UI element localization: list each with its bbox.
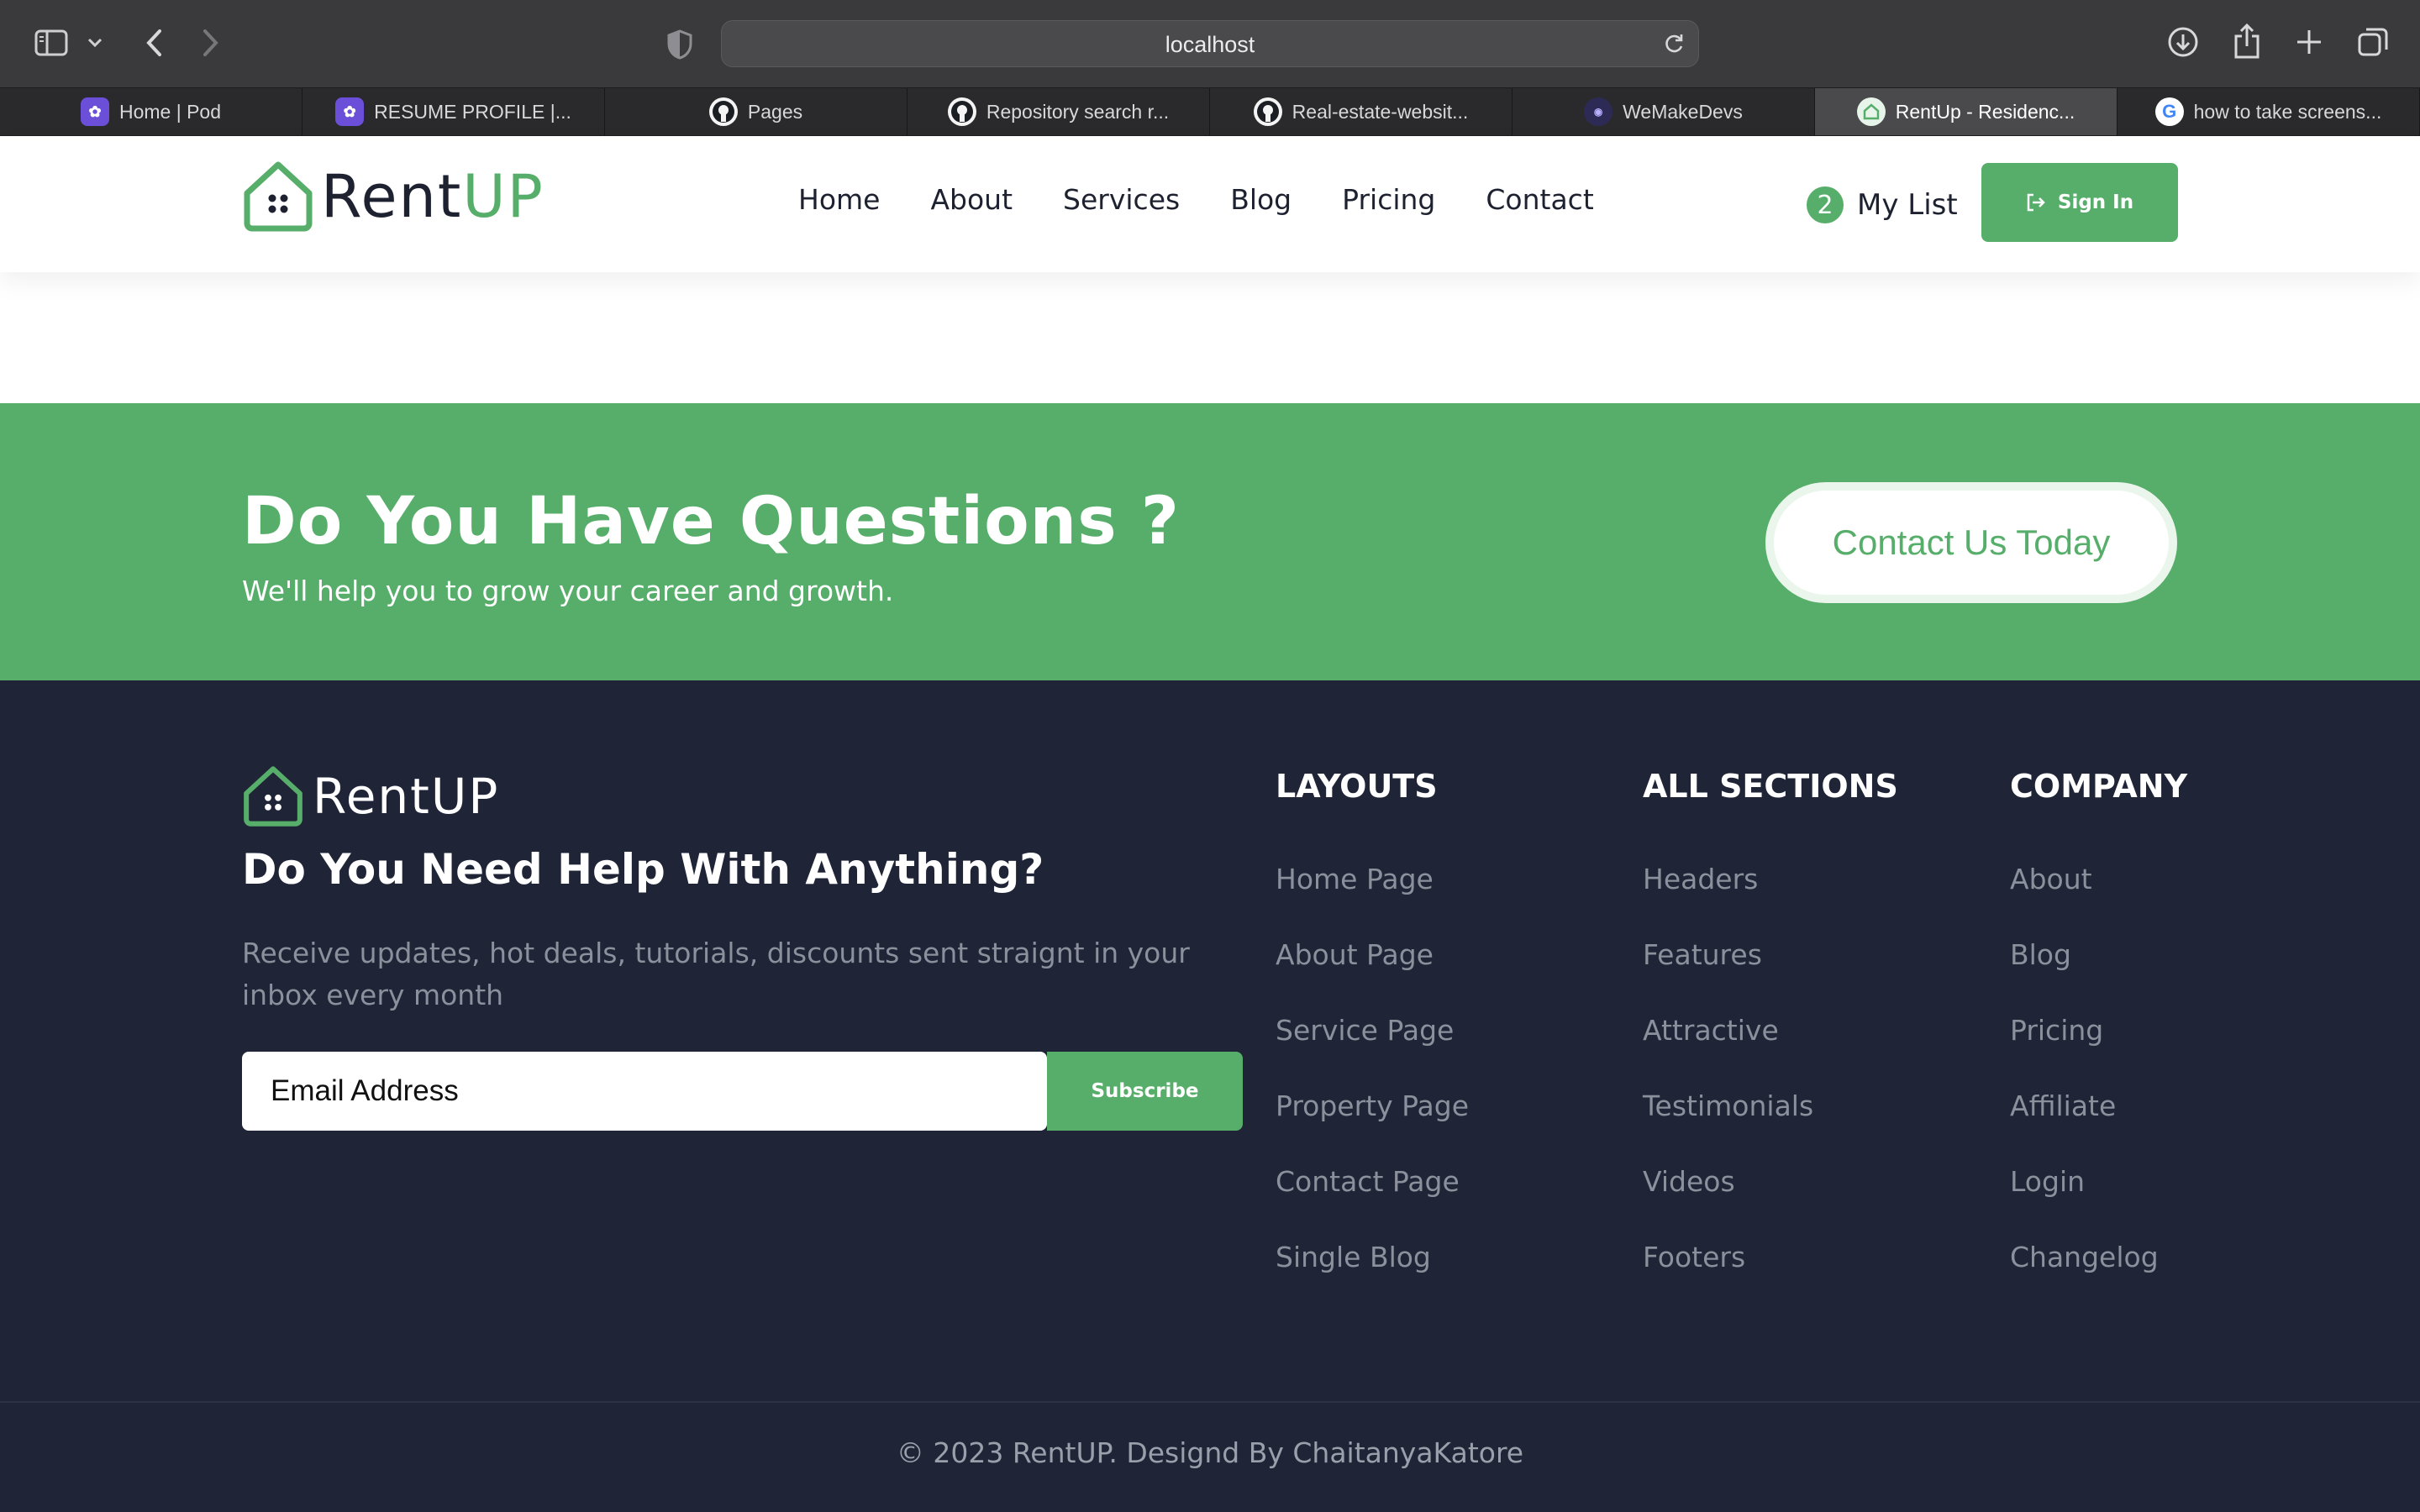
subscribe-button[interactable]: Subscribe — [1047, 1052, 1243, 1131]
browser-toolbar: localhost — [0, 0, 2420, 87]
footer-link[interactable]: Login — [2010, 1161, 2187, 1203]
tab-rentup[interactable]: RentUp - Residenc... — [1815, 88, 2118, 135]
nav-services[interactable]: Services — [1063, 183, 1180, 216]
forward-icon[interactable] — [198, 27, 224, 59]
footer-link[interactable]: Affiliate — [2010, 1085, 2187, 1127]
footer-link[interactable]: Single Blog — [1276, 1236, 1469, 1278]
tab-label: Repository search r... — [986, 100, 1170, 123]
footer-link[interactable]: Changelog — [2010, 1236, 2187, 1278]
questions-banner: Do You Have Questions ? We'll help you t… — [0, 403, 2420, 680]
pod-icon: ✿ — [335, 97, 365, 126]
footer-link[interactable]: Testimonials — [1643, 1085, 1898, 1127]
email-input[interactable] — [242, 1052, 1047, 1131]
contact-us-button[interactable]: Contact Us Today — [1765, 482, 2177, 603]
tab-wemakedevs[interactable]: ◉ WeMakeDevs — [1512, 88, 1815, 135]
url-text[interactable]: localhost — [722, 21, 1698, 68]
footer-link[interactable]: Blog — [2010, 934, 2187, 976]
tab-pages[interactable]: Pages — [605, 88, 908, 135]
nav-blog[interactable]: Blog — [1230, 183, 1292, 216]
tab-label: how to take screens... — [2193, 100, 2382, 123]
nav-contact[interactable]: Contact — [1486, 183, 1593, 216]
nav-pricing[interactable]: Pricing — [1342, 183, 1435, 216]
download-icon[interactable] — [2166, 25, 2200, 59]
tab-home-pod[interactable]: ✿ Home | Pod — [0, 88, 302, 135]
column-title: ALL SECTIONS — [1643, 768, 1898, 805]
footer-link[interactable]: Pricing — [2010, 1010, 2187, 1052]
footer-link[interactable]: Property Page — [1276, 1085, 1469, 1127]
house-logo-icon — [244, 161, 313, 232]
tab-label: WeMakeDevs — [1623, 100, 1743, 123]
address-bar[interactable]: localhost — [721, 20, 1699, 67]
tab-overview-icon[interactable] — [2356, 25, 2390, 59]
tab-bar: ✿ Home | Pod ✿ RESUME PROFILE |... Pages… — [0, 87, 2420, 136]
my-list-label: My List — [1857, 188, 1958, 222]
back-icon[interactable] — [141, 27, 166, 59]
copyright-text: © 2023 RentUP. Designd By ChaitanyaKator… — [896, 1436, 1524, 1469]
pod-icon: ✿ — [80, 97, 109, 126]
google-icon: G — [2154, 97, 2184, 126]
sign-in-button[interactable]: Sign In — [1981, 163, 2178, 242]
footer-link[interactable]: Headers — [1643, 858, 1898, 900]
footer-heading: Do You Need Help With Anything? — [242, 845, 1044, 894]
tab-label: RESUME PROFILE |... — [374, 100, 571, 123]
column-title: COMPANY — [2010, 768, 2188, 805]
sign-in-label: Sign In — [2057, 192, 2134, 213]
footer-column-all-sections: ALL SECTIONS Headers Features Attractive… — [1643, 768, 1898, 1278]
tab-repository-search[interactable]: Repository search r... — [908, 88, 1210, 135]
tab-label: Pages — [747, 100, 803, 123]
site-footer: RentUP Do You Need Help With Anything? R… — [0, 680, 2420, 1512]
logo-text-up: UP — [462, 162, 544, 231]
reload-icon[interactable] — [1663, 33, 1685, 58]
github-icon — [947, 97, 976, 126]
nav-home[interactable]: Home — [798, 183, 880, 216]
tab-label: Home | Pod — [118, 100, 222, 123]
tab-label: Real-estate-websit... — [1292, 100, 1469, 123]
footer-link[interactable]: Home Page — [1276, 858, 1469, 900]
footer-column-company: COMPANY About Blog Pricing Affiliate Log… — [2010, 768, 2187, 1278]
new-tab-icon[interactable] — [2294, 27, 2324, 57]
tab-real-estate-website[interactable]: Real-estate-websit... — [1210, 88, 1512, 135]
footer-link[interactable]: Contact Page — [1276, 1161, 1469, 1203]
sidebar-toggle-icon[interactable] — [34, 29, 69, 57]
logo-text-rent: Rent — [321, 162, 463, 231]
github-icon — [708, 97, 738, 126]
tab-resume-profile[interactable]: ✿ RESUME PROFILE |... — [302, 88, 605, 135]
footer-link[interactable]: Footers — [1643, 1236, 1898, 1278]
footer-link[interactable]: About — [2010, 858, 2187, 900]
nav-about[interactable]: About — [930, 183, 1013, 216]
share-icon[interactable] — [2232, 22, 2262, 60]
wemakedevs-icon: ◉ — [1584, 97, 1613, 126]
column-title: LAYOUTS — [1276, 768, 1438, 805]
rentup-logo[interactable]: Rent UP — [242, 160, 544, 234]
main-nav: Home About Services Blog Pricing Contact — [798, 183, 1594, 216]
chevron-down-icon[interactable] — [86, 35, 104, 50]
my-list-count-badge: 2 — [1807, 186, 1844, 223]
rentup-icon — [1856, 97, 1886, 126]
sign-in-icon — [2027, 193, 2045, 212]
tab-label: RentUp - Residenc... — [1895, 100, 2075, 123]
github-icon — [1253, 97, 1282, 126]
site-header: Rent UP Home About Services Blog Pricing … — [0, 136, 2420, 272]
footer-column-layouts: LAYOUTS Home Page About Page Service Pag… — [1276, 768, 1469, 1278]
house-logo-icon — [244, 766, 302, 827]
footer-link[interactable]: About Page — [1276, 934, 1469, 976]
my-list-link[interactable]: 2 My List — [1807, 186, 1958, 223]
questions-title: Do You Have Questions ? — [242, 484, 1181, 559]
footer-logo[interactable]: RentUP — [242, 764, 499, 828]
questions-subtitle: We'll help you to grow your career and g… — [242, 575, 894, 607]
footer-link[interactable]: Attractive — [1643, 1010, 1898, 1052]
footer-logo-text: RentUP — [313, 768, 500, 825]
shield-icon[interactable] — [666, 29, 694, 60]
footer-divider — [0, 1401, 2420, 1403]
footer-description: Receive updates, hot deals, tutorials, d… — [242, 937, 1190, 1011]
footer-link[interactable]: Features — [1643, 934, 1898, 976]
tab-google-search[interactable]: G how to take screens... — [2118, 88, 2420, 135]
footer-link[interactable]: Service Page — [1276, 1010, 1469, 1052]
footer-link[interactable]: Videos — [1643, 1161, 1898, 1203]
